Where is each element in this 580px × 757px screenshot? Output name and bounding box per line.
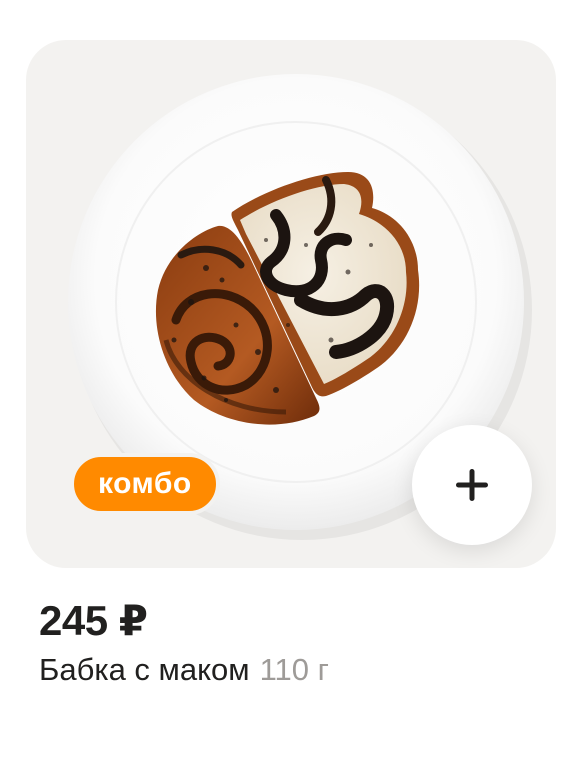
product-name: Бабка с маком	[39, 652, 250, 687]
add-to-cart-button[interactable]	[412, 425, 532, 545]
product-price: 245 ₽	[39, 597, 148, 644]
plus-icon	[456, 469, 488, 501]
product-image-card[interactable]: комбо	[26, 40, 556, 568]
product-weight: 110 г	[259, 652, 329, 687]
combo-badge: комбо	[70, 453, 220, 515]
product-title: Бабка с маком 110 г	[39, 652, 329, 688]
